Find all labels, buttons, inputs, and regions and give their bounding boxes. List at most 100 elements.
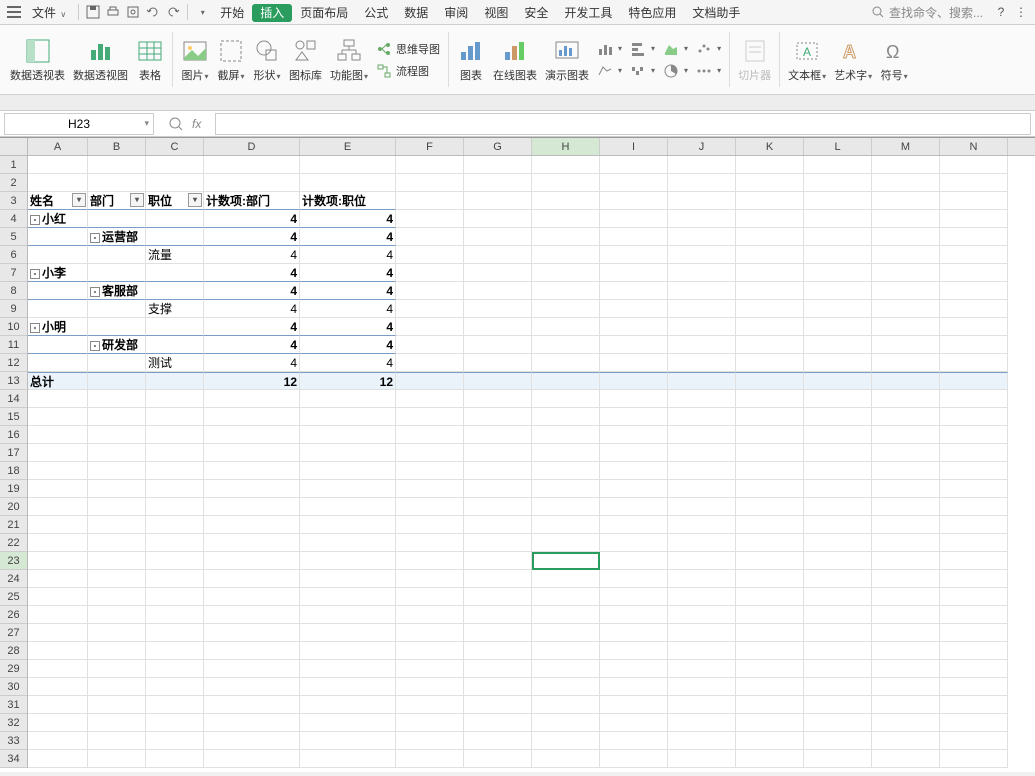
cell[interactable] [28,552,88,570]
cell[interactable] [600,462,668,480]
file-menu[interactable]: 文件 ∨ [24,2,74,23]
cell[interactable] [804,498,872,516]
wordart-button[interactable]: A 艺术字▾ [830,35,876,85]
cell[interactable] [300,732,396,750]
cell[interactable] [464,174,532,192]
preview-icon[interactable] [123,2,143,22]
cell[interactable] [872,264,940,282]
cell[interactable] [396,372,464,390]
cell[interactable] [146,390,204,408]
cell[interactable] [736,228,804,246]
cell[interactable] [940,642,1008,660]
cell[interactable] [88,696,146,714]
cell[interactable] [28,156,88,174]
cell[interactable] [600,426,668,444]
cell[interactable] [804,534,872,552]
cell[interactable] [668,750,736,768]
col-header-A[interactable]: A [28,138,88,155]
cell[interactable] [300,570,396,588]
collapse-icon[interactable]: - [30,323,40,333]
cell[interactable]: 4 [300,264,396,282]
cell[interactable] [804,390,872,408]
cell[interactable]: 支撑 [146,300,204,318]
cell[interactable] [88,642,146,660]
cell[interactable] [940,588,1008,606]
cell[interactable] [600,264,668,282]
row-header-18[interactable]: 18 [0,462,27,480]
cell[interactable] [146,426,204,444]
cell[interactable] [668,372,736,390]
col-header-D[interactable]: D [204,138,300,155]
cell[interactable] [28,462,88,480]
collapse-icon[interactable]: - [30,269,40,279]
cell[interactable] [872,498,940,516]
cell[interactable] [532,696,600,714]
menu-icon[interactable] [4,2,24,22]
cell[interactable] [396,696,464,714]
formula-input[interactable] [215,113,1031,135]
cell[interactable] [804,588,872,606]
cell[interactable] [804,714,872,732]
cell[interactable] [396,156,464,174]
cell[interactable] [88,156,146,174]
collapse-icon[interactable]: - [30,215,40,225]
filter-dropdown[interactable]: ▾ [130,193,144,207]
cell[interactable] [532,642,600,660]
cell[interactable] [668,426,736,444]
cell[interactable] [804,264,872,282]
cell[interactable] [940,282,1008,300]
cell[interactable] [532,480,600,498]
cell[interactable] [146,624,204,642]
cell[interactable] [600,210,668,228]
cell[interactable] [28,714,88,732]
cell[interactable] [300,408,396,426]
spark-pie-button[interactable]: ▾ [663,61,688,81]
cell[interactable]: 部门▾ [88,192,146,210]
cell[interactable] [668,354,736,372]
cell[interactable] [940,714,1008,732]
cell[interactable] [300,534,396,552]
row-header-25[interactable]: 25 [0,588,27,606]
cell[interactable] [300,444,396,462]
cell[interactable] [940,318,1008,336]
cell[interactable] [600,282,668,300]
cell[interactable] [872,480,940,498]
cell[interactable] [396,336,464,354]
save-icon[interactable] [83,2,103,22]
cell[interactable] [464,480,532,498]
cell[interactable] [668,588,736,606]
cell[interactable] [872,732,940,750]
cell[interactable] [464,660,532,678]
cell[interactable] [464,300,532,318]
cell[interactable] [28,570,88,588]
cell[interactable]: 4 [204,282,300,300]
cell[interactable] [668,678,736,696]
cell[interactable] [146,228,204,246]
cell[interactable] [532,678,600,696]
cell[interactable] [804,192,872,210]
cell[interactable] [736,588,804,606]
cell[interactable] [668,534,736,552]
cell[interactable] [300,714,396,732]
row-header-1[interactable]: 1 [0,156,27,174]
cell[interactable] [146,408,204,426]
cell[interactable] [532,534,600,552]
cell[interactable] [300,552,396,570]
spark-col-button[interactable]: ▾ [597,39,622,59]
cell[interactable] [88,210,146,228]
cell[interactable] [464,354,532,372]
cell[interactable] [532,624,600,642]
cell[interactable] [88,246,146,264]
cell[interactable] [668,174,736,192]
cell[interactable] [668,282,736,300]
cell[interactable] [600,336,668,354]
cell[interactable] [88,264,146,282]
qat-customize-icon[interactable]: ▾ [192,2,212,22]
zoom-icon[interactable] [168,116,184,132]
cell[interactable] [532,606,600,624]
cell[interactable] [940,534,1008,552]
cell[interactable] [464,624,532,642]
cell[interactable] [600,516,668,534]
tab-2[interactable]: 页面布局 [292,4,356,22]
cell[interactable] [872,318,940,336]
